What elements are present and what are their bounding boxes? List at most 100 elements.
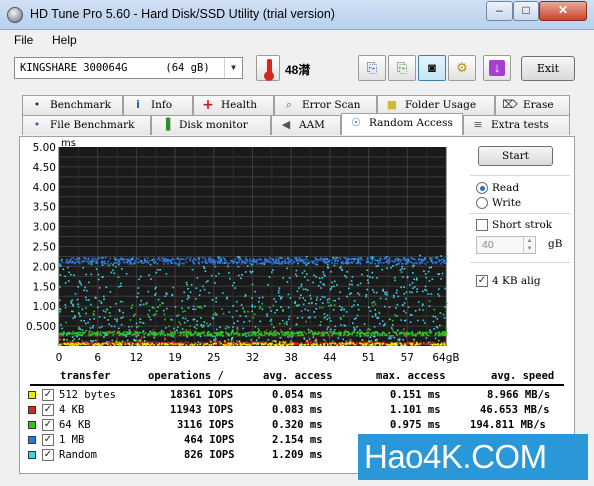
menu-help[interactable]: Help <box>52 33 77 47</box>
read-radio[interactable] <box>476 182 488 194</box>
data-point <box>119 262 121 264</box>
data-point <box>249 260 251 262</box>
data-point <box>166 293 168 296</box>
data-point <box>210 334 213 337</box>
data-point <box>326 332 329 335</box>
series-checkbox[interactable]: ✓ <box>42 449 54 461</box>
data-point <box>327 261 329 263</box>
data-point <box>397 295 400 298</box>
data-point <box>424 273 427 275</box>
data-point <box>202 285 204 288</box>
chevron-down-icon[interactable]: ▼ <box>224 58 242 78</box>
tab-erase[interactable]: ⌦ Erase <box>495 95 570 115</box>
data-point <box>373 332 375 335</box>
data-point <box>280 296 282 299</box>
data-point <box>277 342 279 345</box>
data-point <box>191 343 193 346</box>
data-point <box>186 257 189 259</box>
tab-aam[interactable]: ◀ AAM <box>271 115 341 135</box>
data-point <box>199 343 201 346</box>
data-point <box>215 340 218 342</box>
menu-file[interactable]: File <box>14 33 33 47</box>
row-transfer: Random <box>59 449 97 461</box>
data-point <box>104 260 106 263</box>
data-point <box>300 283 303 286</box>
series-checkbox[interactable]: ✓ <box>42 419 54 431</box>
minimize-button[interactable]: – <box>486 1 513 21</box>
header-operations[interactable]: operations / <box>148 370 224 382</box>
save-button[interactable]: ↓ <box>483 55 511 81</box>
data-point <box>169 334 171 337</box>
data-point <box>300 310 303 312</box>
data-point <box>82 332 85 335</box>
data-point <box>172 343 175 346</box>
data-point <box>383 324 385 327</box>
data-point <box>341 306 343 309</box>
copy-text-button[interactable]: ⎘ <box>358 55 386 81</box>
data-point <box>209 323 212 326</box>
tab-folder-usage[interactable]: ■ Folder Usage <box>377 95 495 115</box>
series-checkbox[interactable]: ✓ <box>42 434 54 446</box>
data-point <box>72 330 74 333</box>
series-checkbox[interactable]: ✓ <box>42 389 54 401</box>
tab-file-benchmark[interactable]: • File Benchmark <box>22 115 151 135</box>
data-point <box>236 341 239 344</box>
data-point <box>374 315 377 317</box>
copy-info-button[interactable]: ⎘ <box>388 55 416 81</box>
data-point <box>259 333 261 336</box>
data-point <box>90 263 93 266</box>
short-stroke-checkbox[interactable] <box>476 219 488 231</box>
data-point <box>342 315 345 317</box>
data-point <box>444 331 446 333</box>
tab-disk-monitor[interactable]: ▐ Disk monitor <box>151 115 271 135</box>
align-4kb-checkbox[interactable]: ✓ <box>476 275 488 287</box>
thermometer-button[interactable] <box>256 55 280 81</box>
tab-random-access[interactable]: ☉ Random Access <box>341 113 463 135</box>
data-point <box>298 304 300 306</box>
tab-benchmark[interactable]: • Benchmark <box>22 95 123 115</box>
data-point <box>115 265 117 268</box>
data-point <box>289 328 292 330</box>
data-point <box>319 342 322 344</box>
data-point <box>347 257 350 260</box>
tab-info[interactable]: i Info <box>123 95 193 115</box>
data-point <box>278 289 280 292</box>
data-point <box>315 276 317 278</box>
data-point <box>212 313 215 316</box>
data-point <box>198 259 200 261</box>
data-point <box>422 319 425 322</box>
data-point <box>210 341 212 343</box>
close-button[interactable]: ✕ <box>539 1 587 21</box>
tab-health[interactable]: + Health <box>193 95 274 115</box>
drive-select[interactable]: KINGSHARE 300064G (64 gB) ▼ <box>14 57 243 79</box>
data-point <box>101 325 103 328</box>
data-point <box>225 341 228 344</box>
data-point <box>178 321 180 323</box>
row-max-access: 0.975 ms <box>390 419 441 431</box>
data-point <box>286 281 289 283</box>
data-point <box>323 296 326 299</box>
write-radio[interactable] <box>476 197 488 209</box>
tab-error-scan[interactable]: ⌕ Error Scan <box>274 95 377 115</box>
short-stroke-stepper[interactable]: 40 ▲ ▼ <box>476 236 536 254</box>
screenshot-button[interactable]: ◙ <box>418 55 446 81</box>
data-point <box>384 305 386 308</box>
data-point <box>179 258 182 260</box>
stepper-arrows-icon[interactable]: ▲ ▼ <box>523 237 535 253</box>
data-point <box>345 331 348 333</box>
exit-button[interactable]: Exit <box>521 56 575 81</box>
data-point <box>259 320 261 323</box>
data-point <box>131 342 134 345</box>
start-button[interactable]: Start <box>478 146 553 166</box>
data-point <box>439 324 441 327</box>
series-checkbox[interactable]: ✓ <box>42 404 54 416</box>
options-button[interactable]: ⚙ <box>448 55 476 81</box>
data-point <box>181 300 183 302</box>
data-point <box>270 330 273 333</box>
data-point <box>321 296 324 298</box>
maximize-button[interactable]: □ <box>513 1 539 21</box>
data-point <box>236 320 239 322</box>
data-point <box>63 332 66 335</box>
data-point <box>367 334 370 337</box>
tab-extra-tests[interactable]: ≡ Extra tests <box>463 115 570 135</box>
